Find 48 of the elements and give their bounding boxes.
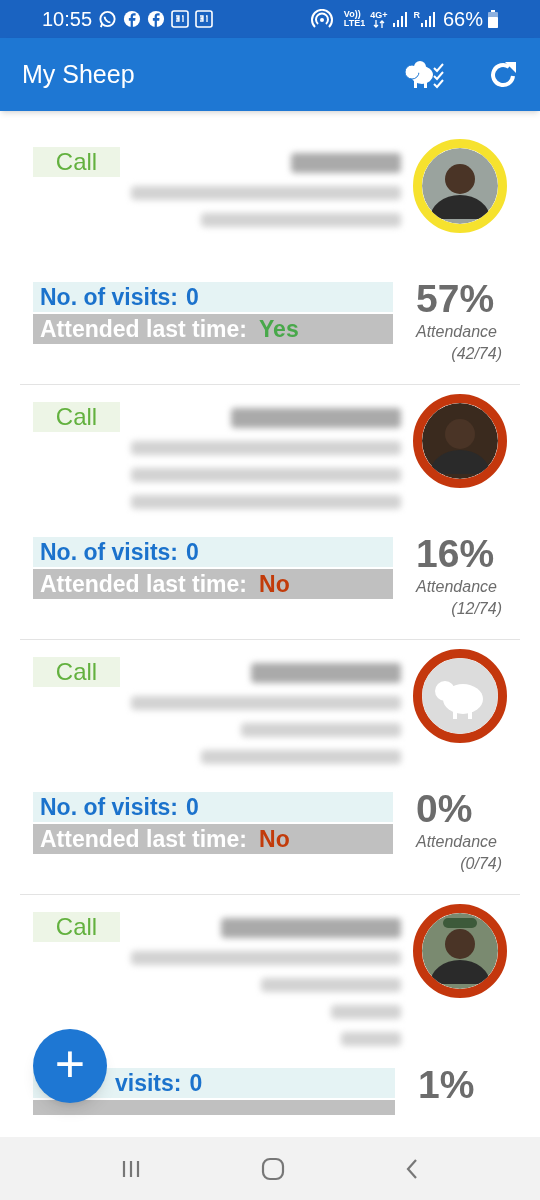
facebook-icon [147, 10, 166, 28]
attendance-ratio: (12/74) [451, 599, 502, 619]
hotspot-icon [310, 9, 333, 29]
attendance-percent: 57% [416, 280, 496, 318]
attendance-percent: 0% [416, 790, 474, 828]
battery-percent: 66% [442, 7, 483, 32]
network-label: 4G+ [370, 10, 388, 20]
refresh-icon[interactable] [488, 59, 518, 90]
calendar-icon [171, 10, 190, 28]
calendar-icon [195, 10, 214, 28]
attended-label: Attended last time: [40, 314, 248, 344]
signal-icon [419, 11, 436, 27]
lte-label: LTE1 [343, 19, 366, 28]
roaming-label: R [413, 11, 420, 20]
visits-label: No. of visits: [40, 792, 178, 822]
clock: 10:55 [42, 7, 93, 32]
attended-label: Attended last time: [40, 824, 248, 854]
visits-label: visits: [115, 1068, 182, 1098]
whatsapp-icon [98, 9, 118, 29]
attended-value: Yes [259, 314, 299, 344]
attended-value: No [259, 569, 290, 599]
call-button[interactable]: Call [33, 402, 120, 432]
attended-value: No [259, 824, 290, 854]
visits-label: No. of visits: [40, 282, 178, 312]
call-button[interactable]: Call [33, 657, 120, 687]
home-icon[interactable] [261, 1156, 285, 1181]
sheep-icon [435, 681, 483, 719]
call-button[interactable]: Call [33, 147, 120, 177]
attendance-percent: 16% [416, 535, 496, 573]
visits-count: 0 [186, 792, 199, 822]
visits-count: 0 [189, 1068, 203, 1098]
data-arrows-icon [372, 19, 385, 28]
attendance-label: Attendance [416, 322, 498, 342]
attendance-label: Attendance [416, 832, 498, 852]
call-button[interactable]: Call [33, 912, 120, 942]
attendance-label: Attendance [416, 577, 498, 597]
attended-label: Attended last time: [40, 569, 248, 599]
visits-label: No. of visits: [40, 537, 178, 567]
visits-count: 0 [186, 282, 199, 312]
attendance-ratio: (0/74) [460, 854, 502, 874]
attendance-percent: 1% [418, 1066, 476, 1104]
battery-icon [488, 10, 498, 28]
facebook-icon [123, 10, 142, 28]
signal-icon [392, 11, 409, 27]
visits-count: 0 [186, 537, 199, 567]
app-title: My Sheep [22, 58, 136, 90]
attendance-ratio: (42/74) [451, 344, 502, 364]
volte-label: Vo)) [343, 10, 361, 19]
